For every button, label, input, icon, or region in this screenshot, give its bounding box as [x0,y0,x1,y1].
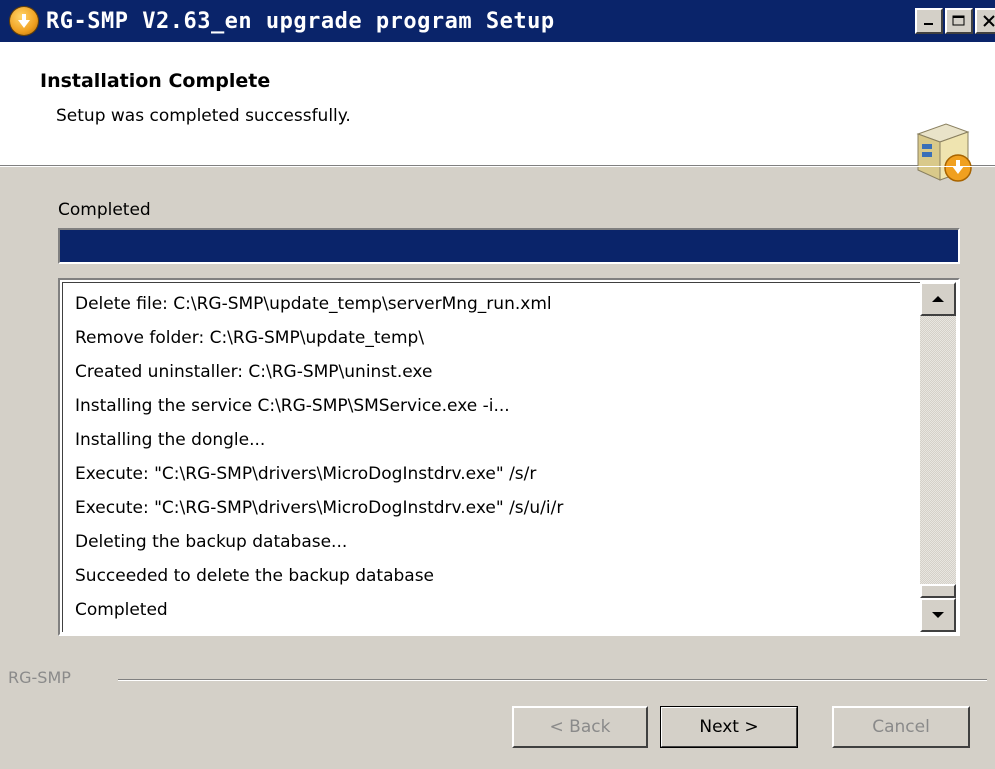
close-button[interactable] [975,8,995,34]
log-line: Execute: "C:\RG-SMP\drivers\MicroDogInst… [75,464,537,484]
triangle-up-icon [932,296,944,302]
log-scrollbar[interactable] [920,282,956,632]
log-line: Execute: "C:\RG-SMP\drivers\MicroDogInst… [75,498,564,518]
maximize-icon [952,15,965,26]
minimize-button[interactable] [915,8,943,34]
triangle-down-icon [932,612,944,618]
log-list: Delete file: C:\RG-SMP\update_temp\serve… [62,282,920,632]
log-line: Created uninstaller: C:\RG-SMP\uninst.ex… [75,362,433,382]
cancel-button[interactable]: Cancel [832,706,970,748]
scroll-thumb[interactable] [920,584,956,598]
log-line: Remove folder: C:\RG-SMP\update_temp\ [75,328,425,348]
maximize-button[interactable] [945,8,973,34]
header-panel: Installation Complete Setup was complete… [0,42,995,182]
back-button[interactable]: < Back [512,706,648,748]
close-icon [983,15,995,27]
status-label: Completed [58,200,151,220]
log-line: Deleting the backup database... [75,532,348,552]
next-button[interactable]: Next > [660,706,798,748]
minimize-icon [924,23,933,25]
scroll-down-button[interactable] [920,598,956,632]
progress-bar [58,228,960,264]
page-subtitle: Setup was completed successfully. [56,106,351,126]
page-title: Installation Complete [40,70,271,92]
brand-divider: RG-SMP [0,668,995,688]
installer-arrow-icon [10,7,38,35]
scroll-up-button[interactable] [920,282,956,316]
brand-label: RG-SMP [8,668,71,687]
log-line: Delete file: C:\RG-SMP\update_temp\serve… [75,294,552,314]
window-title: RG-SMP V2.63_en upgrade program Setup [46,8,555,34]
title-buttons [915,8,995,34]
title-bar[interactable]: RG-SMP V2.63_en upgrade program Setup [0,0,995,42]
log-line: Succeeded to delete the backup database [75,566,435,586]
log-line: Installing the dongle... [75,430,266,450]
details-log[interactable]: Delete file: C:\RG-SMP\update_temp\serve… [58,278,960,636]
setup-window: RG-SMP V2.63_en upgrade program Setup In… [0,0,995,769]
log-line: Installing the service C:\RG-SMP\SMServi… [75,396,510,416]
log-line: Completed [75,600,168,620]
setup-box-icon [916,123,972,182]
divider-line [118,679,987,681]
progress-fill [60,230,958,262]
